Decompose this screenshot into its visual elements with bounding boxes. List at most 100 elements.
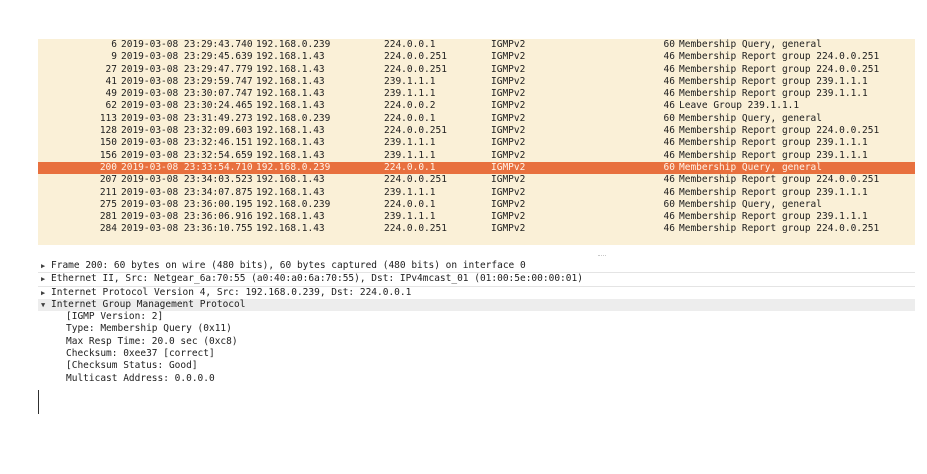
packet-time: 2019-03-08 23:30:24.465 — [121, 100, 253, 112]
packet-protocol: IGMPv2 — [491, 63, 526, 75]
packet-info: Membership Report group 239.1.1.1 — [679, 137, 868, 149]
packet-source: 192.168.1.43 — [256, 51, 325, 63]
packet-length: 60 — [663, 39, 675, 50]
tree-item-label: Internet Group Management Protocol — [51, 298, 246, 310]
packet-info: Membership Report group 239.1.1.1 — [679, 75, 868, 87]
packet-list-bottom-padding — [38, 236, 915, 245]
packet-protocol: IGMPv2 — [491, 161, 526, 173]
tree-item-field[interactable]: Checksum: 0xee37 [correct] — [38, 348, 915, 360]
table-row[interactable]: 9 2019-03-08 23:29:45.639 192.168.1.43 224.… — [38, 51, 915, 63]
table-row[interactable]: 41 2019-03-08 23:29:59.747 192.168.1.43 239… — [38, 76, 915, 88]
packet-time: 2019-03-08 23:31:49.273 — [121, 112, 253, 124]
packet-length: 46 — [663, 63, 675, 75]
packet-length: 46 — [663, 100, 675, 112]
table-row[interactable]: 150 2019-03-08 23:32:46.151 192.168.1.43 23… — [38, 137, 915, 149]
tree-item-igmp[interactable]: ▼ Internet Group Management Protocol — [38, 298, 915, 312]
collapse-arrow-icon[interactable]: ▼ — [41, 299, 50, 311]
tree-item-label: Multicast Address: 0.0.0.0 — [66, 372, 215, 384]
tree-item-label: Ethernet II, Src: Netgear_6a:70:55 (a0:4… — [51, 273, 583, 285]
packet-destination: 224.0.0.251 — [384, 63, 447, 75]
packet-number: 207 — [99, 174, 117, 186]
expand-arrow-icon[interactable]: ▶ — [41, 273, 50, 285]
tree-item-ethernet[interactable]: ▶ Ethernet II, Src: Netgear_6a:70:55 (a0… — [38, 273, 915, 285]
tree-item-field[interactable]: [IGMP Version: 2] — [38, 311, 915, 323]
packet-protocol: IGMPv2 — [491, 100, 526, 112]
table-row[interactable]: 62 2019-03-08 23:30:24.465 192.168.1.43 224… — [38, 100, 915, 112]
expand-arrow-icon[interactable]: ▶ — [41, 260, 50, 272]
packet-destination: 239.1.1.1 — [384, 211, 436, 223]
packet-info: Leave Group 239.1.1.1 — [679, 100, 800, 112]
packet-info: Membership Report group 224.0.0.251 — [679, 223, 880, 235]
table-row[interactable]: 156 2019-03-08 23:32:54.659 192.168.1.43 23… — [38, 150, 915, 162]
table-row[interactable]: 211 2019-03-08 23:34:07.875 192.168.1.43 23… — [38, 187, 915, 199]
table-row[interactable]: 27 2019-03-08 23:29:47.779 192.168.1.43 224… — [38, 64, 915, 76]
packet-details-tree[interactable]: ▶ Frame 200: 60 bytes on wire (480 bits)… — [38, 260, 915, 385]
packet-destination: 239.1.1.1 — [384, 137, 436, 149]
packet-source: 192.168.1.43 — [256, 174, 325, 186]
table-row[interactable]: 284 2019-03-08 23:36:10.755 192.168.1.43 22… — [38, 223, 915, 235]
table-row[interactable]: 113 2019-03-08 23:31:49.273 192.168.0.239 2… — [38, 113, 915, 125]
tree-item-field[interactable]: [Checksum Status: Good] — [38, 360, 915, 372]
packet-source: 192.168.1.43 — [256, 63, 325, 75]
tree-item-label: Type: Membership Query (0x11) — [66, 323, 232, 335]
expand-arrow-icon[interactable]: ▶ — [41, 287, 50, 299]
packet-destination: 224.0.0.1 — [384, 39, 436, 50]
packet-protocol: IGMPv2 — [491, 137, 526, 149]
packet-number: 150 — [99, 137, 117, 149]
tree-item-label: Max Resp Time: 20.0 sec (0xc8) — [66, 335, 238, 347]
packet-protocol: IGMPv2 — [491, 88, 526, 100]
packet-list[interactable]: 6 2019-03-08 23:29:43.740 192.168.0.239 224… — [38, 39, 915, 245]
packet-length: 46 — [663, 174, 675, 186]
packet-source: 192.168.0.239 — [256, 112, 331, 124]
table-row-selected[interactable]: 200 2019-03-08 23:33:54.710 192.168.0.239 2… — [38, 161, 915, 175]
packet-number: 128 — [99, 125, 117, 137]
packet-protocol: IGMPv2 — [491, 39, 526, 50]
packet-number: 27 — [105, 63, 117, 75]
packet-number: 281 — [99, 211, 117, 223]
tree-item-label: [Checksum Status: Good] — [66, 360, 198, 372]
packet-info: Membership Query, general — [679, 112, 822, 124]
text-cursor — [38, 390, 39, 414]
packet-time: 2019-03-08 23:33:54.710 — [121, 161, 253, 173]
pane-splitter[interactable] — [38, 254, 915, 258]
table-row[interactable]: 275 2019-03-08 23:36:00.195 192.168.0.239 2… — [38, 199, 915, 211]
packet-info: Membership Report group 239.1.1.1 — [679, 149, 868, 161]
packet-number: 62 — [105, 100, 117, 112]
tree-item-ip[interactable]: ▶ Internet Protocol Version 4, Src: 192.… — [38, 287, 915, 299]
packet-source: 192.168.1.43 — [256, 137, 325, 149]
packet-time: 2019-03-08 23:30:07.747 — [121, 88, 253, 100]
packet-source: 192.168.0.239 — [256, 198, 331, 210]
packet-number: 156 — [99, 149, 117, 161]
packet-time: 2019-03-08 23:36:00.195 — [121, 198, 253, 210]
table-row[interactable]: 207 2019-03-08 23:34:03.523 192.168.1.43 22… — [38, 174, 915, 186]
packet-destination: 224.0.0.251 — [384, 174, 447, 186]
packet-number: 275 — [99, 198, 117, 210]
tree-item-field[interactable]: Max Resp Time: 20.0 sec (0xc8) — [38, 336, 915, 348]
packet-source: 192.168.1.43 — [256, 149, 325, 161]
packet-time: 2019-03-08 23:29:47.779 — [121, 63, 253, 75]
table-row[interactable]: 128 2019-03-08 23:32:09.603 192.168.1.43 22… — [38, 125, 915, 137]
packet-protocol: IGMPv2 — [491, 186, 526, 198]
packet-source: 192.168.1.43 — [256, 223, 325, 235]
tree-item-frame[interactable]: ▶ Frame 200: 60 bytes on wire (480 bits)… — [38, 260, 915, 272]
tree-item-label: Internet Protocol Version 4, Src: 192.16… — [51, 286, 412, 298]
tree-item-field[interactable]: Multicast Address: 0.0.0.0 — [38, 373, 915, 385]
packet-info: Membership Report group 239.1.1.1 — [679, 88, 868, 100]
packet-source: 192.168.1.43 — [256, 186, 325, 198]
packet-destination: 224.0.0.1 — [384, 112, 436, 124]
packet-destination: 239.1.1.1 — [384, 186, 436, 198]
packet-time: 2019-03-08 23:36:06.916 — [121, 211, 253, 223]
packet-time: 2019-03-08 23:32:46.151 — [121, 137, 253, 149]
packet-destination: 239.1.1.1 — [384, 75, 436, 87]
table-row[interactable]: 6 2019-03-08 23:29:43.740 192.168.0.239 224… — [38, 39, 915, 51]
packet-time: 2019-03-08 23:29:45.639 — [121, 51, 253, 63]
table-row[interactable]: 49 2019-03-08 23:30:07.747 192.168.1.43 239… — [38, 88, 915, 100]
packet-length: 60 — [663, 161, 675, 173]
packet-source: 192.168.1.43 — [256, 125, 325, 137]
table-row[interactable]: 281 2019-03-08 23:36:06.916 192.168.1.43 23… — [38, 211, 915, 223]
packet-time: 2019-03-08 23:34:07.875 — [121, 186, 253, 198]
tree-item-field[interactable]: Type: Membership Query (0x11) — [38, 323, 915, 335]
packet-source: 192.168.1.43 — [256, 88, 325, 100]
packet-time: 2019-03-08 23:29:59.747 — [121, 75, 253, 87]
tree-item-label: Checksum: 0xee37 [correct] — [66, 348, 215, 360]
